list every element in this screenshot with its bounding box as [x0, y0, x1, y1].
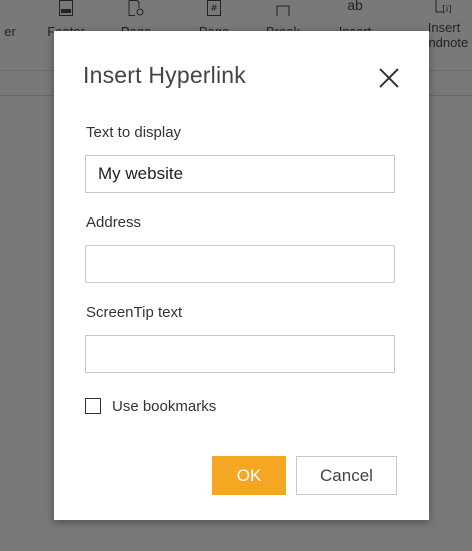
screentip-input[interactable]	[85, 335, 395, 373]
text-to-display-label: Text to display	[86, 124, 182, 141]
close-icon	[379, 68, 399, 88]
use-bookmarks-label[interactable]: Use bookmarks	[112, 398, 216, 415]
close-button[interactable]	[375, 64, 403, 92]
cancel-button[interactable]: Cancel	[296, 456, 397, 495]
use-bookmarks-checkbox[interactable]	[85, 398, 101, 414]
screentip-label: ScreenTip text	[86, 304, 183, 321]
address-label: Address	[86, 214, 142, 231]
dialog-title: Insert Hyperlink	[83, 62, 246, 88]
insert-hyperlink-dialog: Insert Hyperlink Text to display Address…	[54, 31, 429, 520]
text-to-display-input[interactable]	[85, 155, 395, 193]
ok-button[interactable]: OK	[212, 456, 286, 495]
address-input[interactable]	[85, 245, 395, 283]
